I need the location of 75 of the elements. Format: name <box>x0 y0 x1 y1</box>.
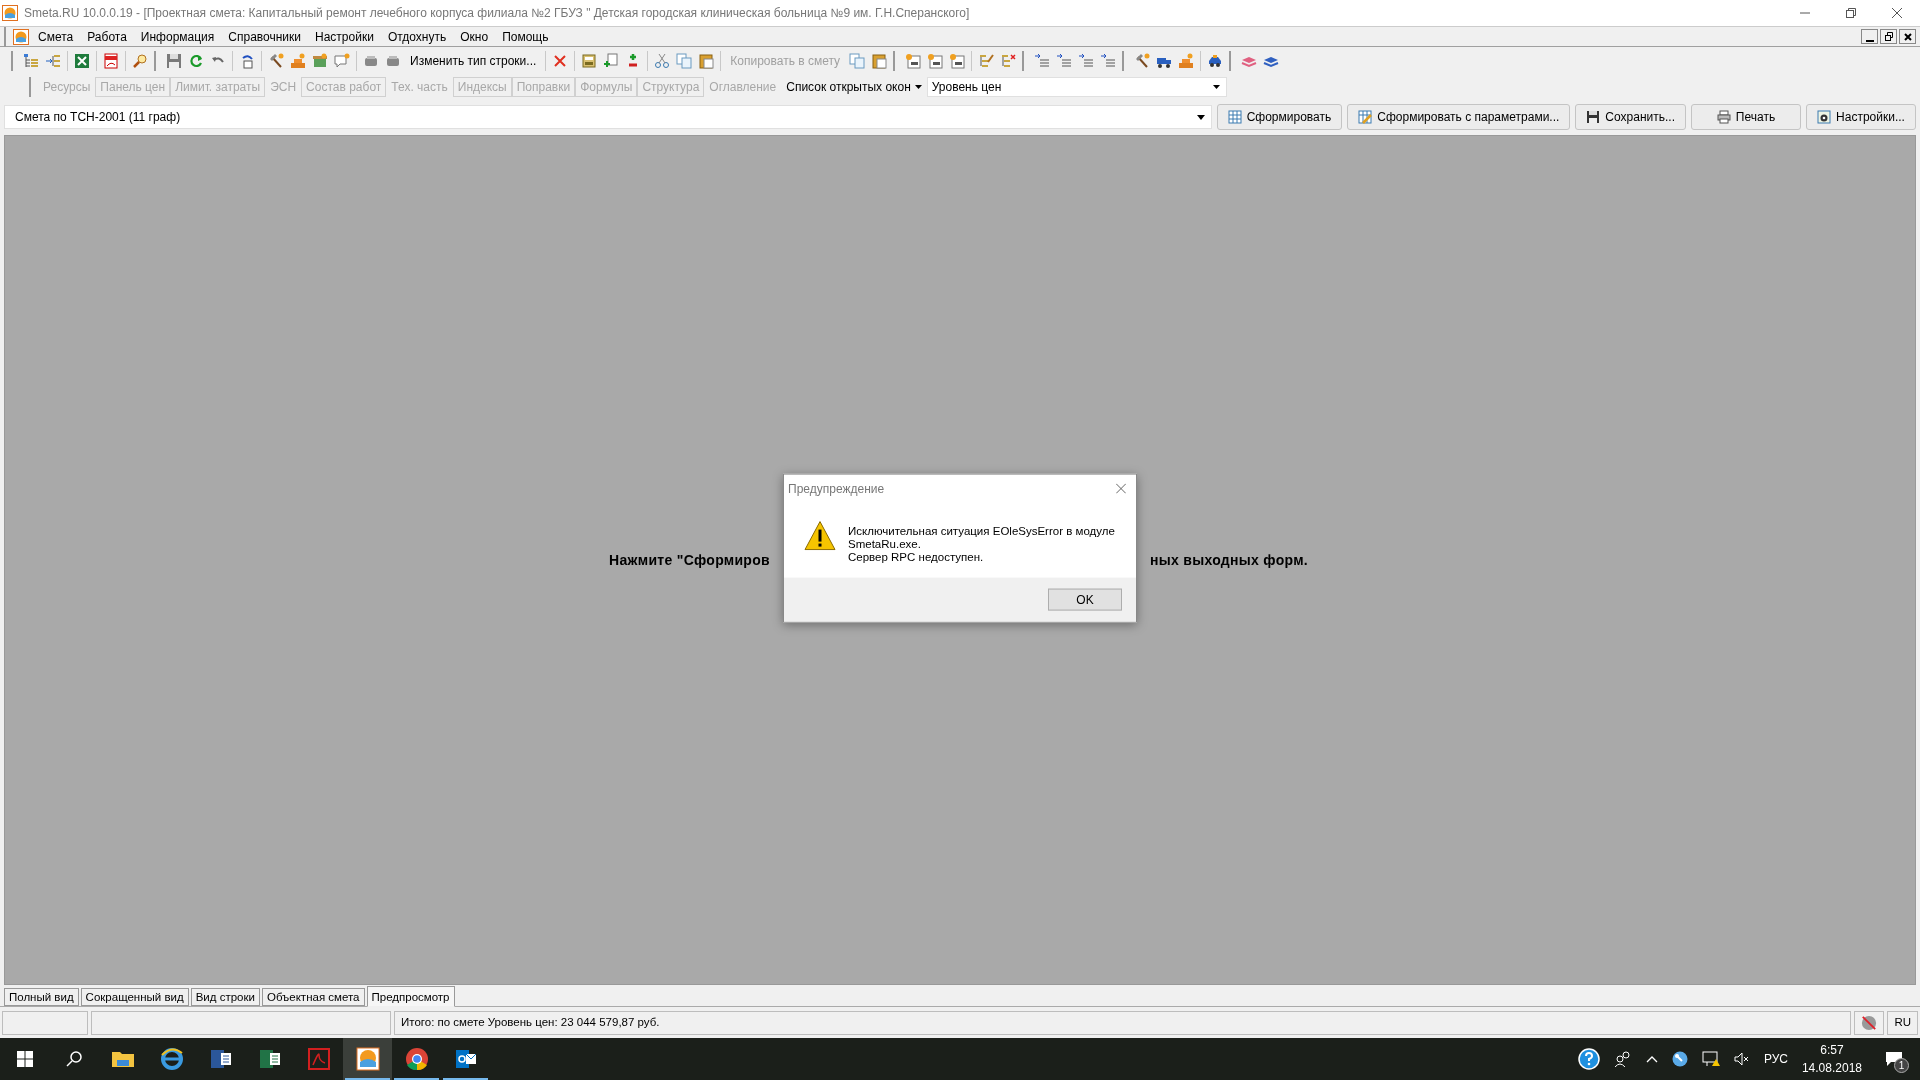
browser-icon <box>159 1047 184 1071</box>
close-icon <box>1892 8 1902 18</box>
clock-date[interactable]: 14.08.2018 <box>1801 1059 1862 1077</box>
instruction-text: Нажмите "Сформиров <box>609 551 770 568</box>
table-icon <box>1227 110 1242 124</box>
restore-icon <box>1846 8 1856 18</box>
open-windows-dropdown[interactable]: Список открытых окон <box>781 77 927 97</box>
view-tab[interactable]: Полный вид <box>4 988 79 1006</box>
app-logo-icon <box>13 28 29 45</box>
table-pencil-icon <box>1358 110 1373 124</box>
mdi-restore-button[interactable] <box>1880 29 1897 44</box>
select-value: Смета по ТСН-2001 (11 граф) <box>15 109 182 126</box>
ok-button[interactable]: OK <box>1048 588 1122 611</box>
notification-count: 1 <box>1894 1058 1909 1073</box>
key-icon[interactable] <box>1671 1051 1688 1067</box>
form-button[interactable]: Сформировать <box>1216 104 1343 130</box>
message-line: Исключительная ситуация EOleSysError в модуле <box>848 524 1115 538</box>
search-icon <box>65 1051 82 1067</box>
form-button[interactable]: Сохранить... <box>1575 104 1686 130</box>
taskbar-app[interactable] <box>343 1038 392 1080</box>
info-disabled-icon <box>1861 1013 1878 1032</box>
people-icon[interactable] <box>1613 1051 1632 1067</box>
help-icon[interactable] <box>1577 1048 1600 1070</box>
windows-icon <box>16 1051 33 1067</box>
warning-icon <box>804 520 836 551</box>
settings-icon <box>1817 110 1832 124</box>
form-button[interactable]: Печать <box>1691 104 1801 130</box>
instruction-text: ных выходных форм. <box>1150 551 1309 568</box>
menu-item[interactable]: Справочники <box>221 27 309 46</box>
keyboard-language[interactable]: РУС <box>1763 1050 1788 1068</box>
mail-icon <box>453 1047 478 1071</box>
menu-item[interactable]: Информация <box>133 27 222 46</box>
app-logo-icon <box>355 1047 380 1071</box>
status-total: Итого: по смете Уровень цен: 23 044 579,87 руб. <box>394 1010 1852 1035</box>
form-button[interactable]: Настройки... <box>1806 104 1916 130</box>
speaker-muted-icon[interactable] <box>1733 1052 1750 1066</box>
menu-item[interactable]: Смета <box>31 27 81 46</box>
view-tab[interactable]: Объектная смета <box>261 988 365 1006</box>
notifications-button[interactable]: 1 <box>1876 1038 1912 1080</box>
dropdown-caret-icon <box>1212 85 1220 89</box>
word-icon <box>208 1047 233 1071</box>
network-warning-icon[interactable] <box>1701 1051 1720 1067</box>
form-button[interactable]: Сформировать с параметрами... <box>1347 104 1571 130</box>
dialog-title: Предупреждение <box>788 480 885 498</box>
menu-item[interactable]: Помощь <box>495 27 556 46</box>
browser-icon <box>404 1047 429 1071</box>
menu-item[interactable]: Настройки <box>308 27 381 46</box>
view-tab[interactable]: Вид строки <box>190 988 260 1006</box>
toolbar-button[interactable]: Изменить тип строки... <box>404 50 543 72</box>
view-tab[interactable]: Предпросмотр <box>366 986 455 1007</box>
menu-item[interactable]: Работа <box>80 27 134 46</box>
spreadsheet-icon <box>257 1047 282 1071</box>
window-title: Smeta.RU 10.0.0.19 - [Проектная смета: Капитальный ремонт лечебного корпуса филиала №2 ГБУЗ " Детская городская клиническая больница №9 им. Г.Н.Сперанского] <box>24 5 970 22</box>
mdi-close-icon <box>1903 32 1912 41</box>
message-line: Сервер RPC недоступен. <box>848 550 985 564</box>
form-select[interactable]: Смета по ТСН-2001 (11 граф) <box>4 105 1212 129</box>
dropdown-caret-icon <box>914 85 922 89</box>
mdi-minimize-icon <box>1865 39 1874 42</box>
language-indicator: RU <box>1887 1010 1918 1035</box>
printer-icon <box>1716 110 1731 124</box>
clock-time[interactable]: 6:57 <box>1820 1041 1844 1059</box>
dropdown-caret-icon <box>1196 114 1205 120</box>
price-level-combo[interactable]: Уровень цен <box>926 77 1227 97</box>
mdi-restore-icon <box>1884 32 1893 41</box>
close-icon <box>1116 483 1126 494</box>
view-tab[interactable]: Сокращенный вид <box>80 988 189 1006</box>
chevron-up-icon[interactable] <box>1645 1055 1658 1063</box>
menu-item[interactable]: Отдохнуть <box>380 27 454 46</box>
combo-value: Уровень цен <box>931 79 1003 96</box>
mdi-minimize-button[interactable] <box>1861 29 1878 44</box>
document-icon <box>306 1047 331 1071</box>
message-line: SmetaRu.exe. <box>848 537 922 551</box>
dropdown-label: Список открытых окон <box>786 79 911 96</box>
menu-item[interactable]: Окно <box>453 27 496 46</box>
mdi-close-button[interactable] <box>1899 29 1916 44</box>
